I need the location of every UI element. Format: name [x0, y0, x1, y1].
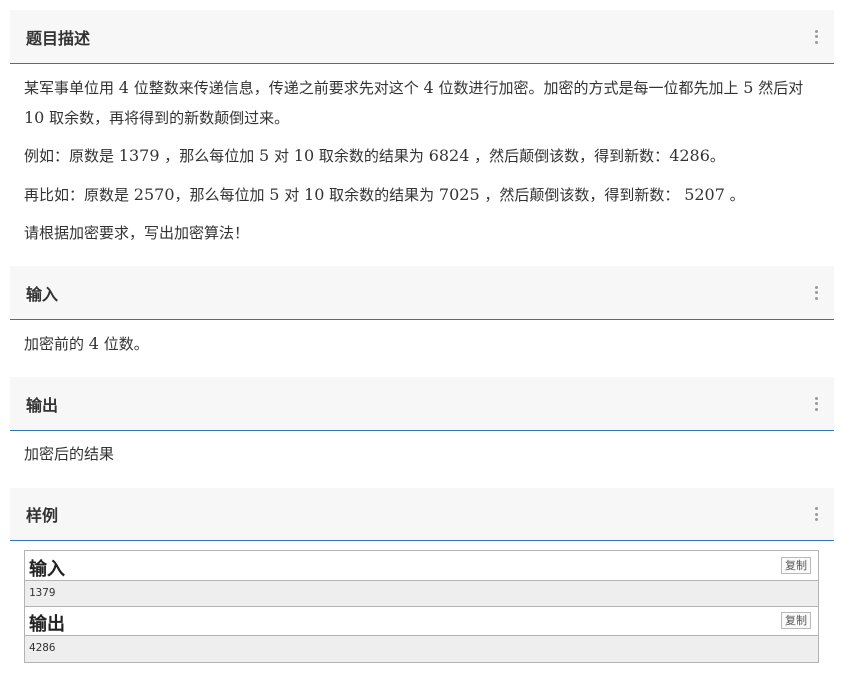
kebab-menu-icon[interactable] — [814, 396, 818, 411]
section-header-description: 题目描述 — [10, 10, 834, 64]
sample-output-value-box: 4286 — [25, 636, 818, 662]
description-paragraph-4: 请根据加密要求，写出加密算法！ — [24, 224, 250, 242]
kebab-menu-icon[interactable] — [814, 29, 818, 44]
sample-input-value: 1379 — [29, 586, 56, 599]
section-header-output: 输出 — [10, 377, 834, 431]
sample-box: 输入 复制 1379 输出 复制 4286 — [24, 550, 819, 663]
sample-output-header: 输出 复制 — [25, 606, 818, 636]
sample-input-label: 输入 — [29, 559, 65, 580]
section-header-input: 输入 — [10, 266, 834, 320]
section-header-sample: 样例 — [10, 488, 834, 541]
sample-input-value-box: 1379 — [25, 581, 818, 606]
description-paragraph-3: 再比如：原数是 2570，那么每位加 5 对 10 取余数的结果为 7025 ，… — [24, 185, 745, 204]
description-paragraph-1: 某军事单位用 4 位整数来传递信息，传递之前要求先对这个 4 位数进行加密。加密… — [24, 78, 804, 127]
copy-input-button[interactable]: 复制 — [781, 557, 811, 574]
section-title-output: 输出 — [26, 395, 59, 415]
input-description: 加密前的 4 位数。 — [24, 334, 149, 353]
description-paragraph-2: 例如：原数是 1379 ，那么每位加 5 对 10 取余数的结果为 6824 ，… — [24, 146, 725, 165]
section-title-sample: 样例 — [26, 506, 59, 525]
kebab-menu-icon[interactable] — [814, 507, 818, 521]
kebab-menu-icon[interactable] — [814, 285, 818, 300]
sample-input-header: 输入 复制 — [25, 551, 818, 581]
copy-output-button[interactable]: 复制 — [781, 612, 811, 629]
section-title-description: 题目描述 — [26, 28, 91, 48]
output-description: 加密后的结果 — [24, 445, 115, 463]
section-title-input: 输入 — [26, 284, 59, 304]
sample-output-label: 输出 — [29, 614, 65, 635]
sample-output-value: 4286 — [29, 641, 56, 654]
